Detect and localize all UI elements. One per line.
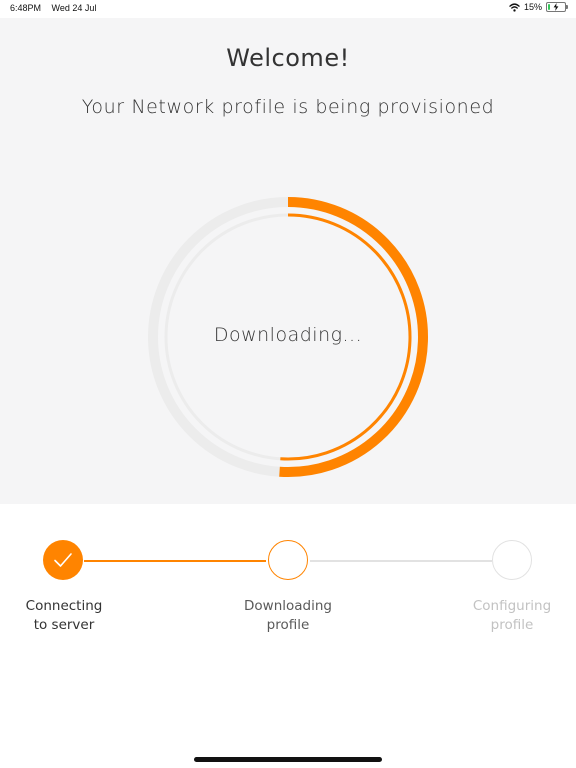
step-1-label: Connecting to server: [0, 597, 139, 635]
step-1-circle: [43, 540, 83, 580]
progress-ring: [148, 197, 428, 477]
step-3-label: Configuring profile: [437, 597, 576, 635]
step-1-label-line1: Connecting: [25, 598, 103, 614]
stepper-line-completed: [84, 560, 266, 562]
step-3-label-line1: Configuring: [472, 598, 552, 614]
step-3-circle: [492, 540, 532, 580]
step-2-circle: [268, 540, 308, 580]
step-2-label-line2: profile: [266, 617, 310, 633]
home-indicator[interactable]: [194, 757, 382, 762]
checkmark-icon: [54, 553, 72, 567]
stepper-line-pending: [310, 560, 492, 562]
step-3-label-line2: profile: [490, 617, 534, 633]
step-2-label: Downloading profile: [213, 597, 363, 635]
step-2-label-line1: Downloading: [244, 598, 332, 614]
progress-label: Downloading...: [213, 324, 363, 346]
step-1-label-line2: to server: [33, 617, 95, 633]
